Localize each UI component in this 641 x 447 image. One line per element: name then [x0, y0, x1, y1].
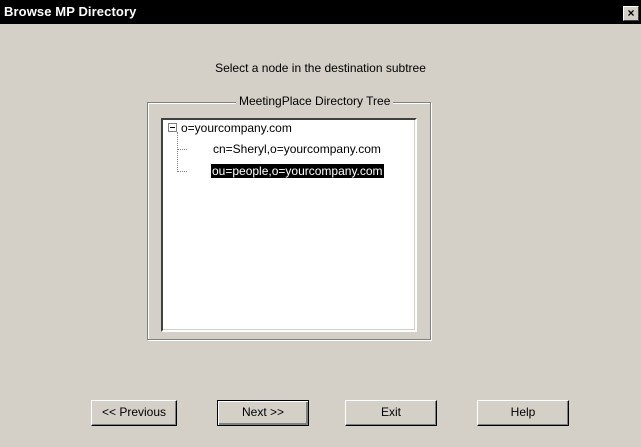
- instruction-text: Select a node in the destination subtree: [215, 61, 426, 75]
- tree-node-label: cn=Sheryl,o=yourcompany.com: [213, 142, 381, 156]
- tree-node-root[interactable]: o=yourcompany.com: [181, 120, 292, 136]
- help-button-label: Help: [510, 405, 536, 419]
- directory-tree[interactable]: o=yourcompany.com cn=Sheryl,o=yourcompan…: [161, 118, 417, 332]
- group-label: MeetingPlace Directory Tree: [236, 94, 394, 108]
- window-title: Browse MP Directory: [4, 4, 137, 19]
- title-bar: Browse MP Directory ×: [0, 0, 641, 24]
- tree-connector: [177, 149, 187, 150]
- next-button[interactable]: Next >>: [217, 400, 309, 426]
- previous-button-label: << Previous: [101, 405, 167, 419]
- next-button-label: Next >>: [241, 405, 285, 419]
- tree-node-label: o=yourcompany.com: [181, 121, 292, 135]
- exit-button-label: Exit: [380, 405, 401, 419]
- previous-button[interactable]: << Previous: [91, 400, 177, 426]
- close-icon: ×: [627, 6, 635, 20]
- close-button[interactable]: ×: [623, 6, 639, 21]
- tree-node-sheryl[interactable]: cn=Sheryl,o=yourcompany.com: [213, 141, 381, 157]
- collapse-icon[interactable]: [168, 123, 177, 132]
- exit-button[interactable]: Exit: [345, 400, 437, 426]
- tree-connector: [177, 171, 187, 172]
- tree-node-label: ou=people,o=yourcompany.com: [211, 164, 384, 178]
- tree-node-people[interactable]: ou=people,o=yourcompany.com: [211, 163, 384, 179]
- tree-connector: [177, 132, 178, 172]
- help-button[interactable]: Help: [477, 400, 569, 426]
